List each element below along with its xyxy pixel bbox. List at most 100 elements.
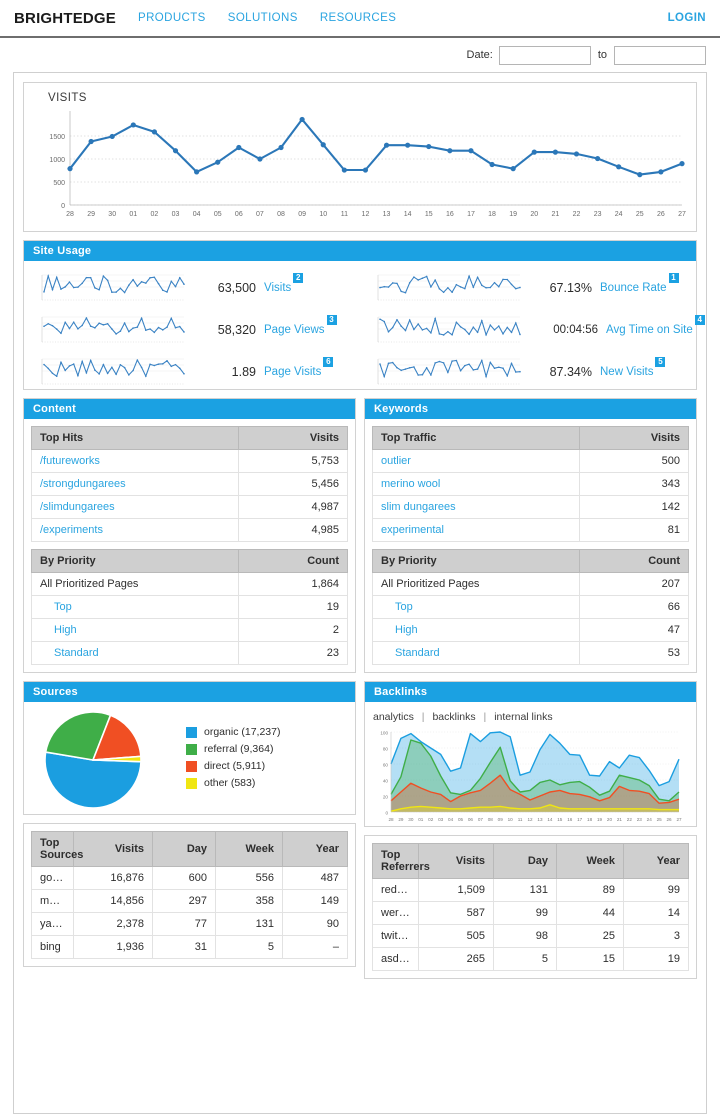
row-link[interactable]: Top xyxy=(54,601,72,613)
row-label-cell: /strongdungarees xyxy=(31,472,239,496)
row-label-cell: twitter.com xyxy=(372,924,419,948)
svg-text:19: 19 xyxy=(597,817,603,822)
row-value-cell: 53 xyxy=(579,641,689,665)
row-year-cell: 149 xyxy=(282,889,348,913)
svg-text:05: 05 xyxy=(458,817,464,822)
col-header-top-hits[interactable]: Top Hits xyxy=(31,426,239,450)
col-header-content-by-priority[interactable]: By Priority xyxy=(31,549,239,573)
row-link[interactable]: High xyxy=(395,624,418,636)
row-link[interactable]: experimental xyxy=(381,524,444,536)
top-sources-table: Top Sources Visits Day Week Year google 1… xyxy=(31,831,348,959)
usage-label-page-views[interactable]: Page Views 3 xyxy=(264,315,337,336)
backlinks-tab-internal-links[interactable]: internal links xyxy=(494,711,552,723)
col-header-sources-visits[interactable]: Visits xyxy=(73,831,153,867)
row-link[interactable]: /strongdungarees xyxy=(40,478,126,490)
svg-text:09: 09 xyxy=(498,817,504,822)
row-year-cell: 19 xyxy=(623,947,689,971)
row-link[interactable]: Standard xyxy=(54,647,99,659)
row-visits-cell: 16,876 xyxy=(73,866,153,890)
legend-swatch-organic xyxy=(186,726,197,738)
row-link[interactable]: merino wool xyxy=(381,478,440,490)
nav-link-products[interactable]: PRODUCTS xyxy=(138,12,206,24)
sources-column: Sources organic (17,237) referral (9,364)… xyxy=(23,681,356,979)
row-value-cell: 207 xyxy=(579,572,689,596)
usage-metric-new-visits[interactable]: 87.34% New Visits 5 xyxy=(360,351,696,393)
backlinks-tab-backlinks[interactable]: backlinks xyxy=(432,711,475,723)
content-by-priority-table: By Priority Count All Prioritized Pages 1… xyxy=(31,549,348,665)
col-header-top-sources[interactable]: Top Sources xyxy=(31,831,83,867)
svg-text:02: 02 xyxy=(428,817,434,822)
usage-label-visits[interactable]: Visits 2 xyxy=(264,273,304,294)
legend-item: organic (17,237) xyxy=(186,726,280,738)
svg-text:08: 08 xyxy=(488,817,494,822)
row-value-cell: 47 xyxy=(579,618,689,642)
backlinks-area-chart: 0 20 40 60 80 100 28 29 30 01 02 03 04 05 06 07 08 09 10 11… xyxy=(380,731,682,823)
svg-text:28: 28 xyxy=(66,211,74,218)
nav-link-resources[interactable]: RESOURCES xyxy=(320,12,396,24)
row-link[interactable]: /experiments xyxy=(40,524,103,536)
row-label-cell: mozilla xyxy=(31,889,74,913)
nav-link-solutions[interactable]: SOLUTIONS xyxy=(228,12,298,24)
svg-text:26: 26 xyxy=(667,817,673,822)
usage-label-avg-time-on-site[interactable]: Avg Time on Site 4 xyxy=(606,315,705,336)
svg-text:60: 60 xyxy=(383,763,389,768)
table-header-row: By Priority Count xyxy=(31,549,348,573)
usage-label-visits-text: Visits xyxy=(264,282,292,294)
col-header-keywords-by-priority[interactable]: By Priority xyxy=(372,549,580,573)
date-from-input[interactable] xyxy=(498,45,591,65)
usage-label-new-visits[interactable]: New Visits 5 xyxy=(600,357,666,378)
usage-value-avg-time-on-site: 00:04:56 xyxy=(553,324,598,336)
login-link[interactable]: LOGIN xyxy=(668,12,706,24)
col-header-content-count[interactable]: Count xyxy=(238,549,348,573)
usage-metric-page-views[interactable]: 58,320 Page Views 3 xyxy=(24,309,360,351)
svg-text:01: 01 xyxy=(129,211,137,218)
table-header-row: Top Referrers Visits Day Week Year xyxy=(372,843,689,879)
col-header-top-hits-visits[interactable]: Visits xyxy=(238,426,348,450)
row-week-cell: 15 xyxy=(556,947,624,971)
col-header-referrers-day[interactable]: Day xyxy=(493,843,557,879)
svg-text:04: 04 xyxy=(448,817,454,822)
col-header-sources-week[interactable]: Week xyxy=(215,831,283,867)
row-link[interactable]: Top xyxy=(395,601,413,613)
svg-text:29: 29 xyxy=(398,817,404,822)
col-header-top-referrers[interactable]: Top Referrers xyxy=(372,843,430,879)
col-header-referrers-year[interactable]: Year xyxy=(623,843,689,879)
table-row: /experiments 4,985 xyxy=(31,518,348,542)
col-header-sources-year[interactable]: Year xyxy=(282,831,348,867)
usage-badge-visits: 2 xyxy=(293,273,304,283)
row-link[interactable]: slim dungarees xyxy=(381,501,456,513)
row-label-cell: /experiments xyxy=(31,518,239,542)
backlinks-tab-analytics[interactable]: analytics xyxy=(373,711,414,723)
top-referrers-wrap: Top Referrers Visits Day Week Year reddi… xyxy=(365,836,696,978)
table-row: Top 19 xyxy=(31,595,348,619)
col-header-top-traffic-visits[interactable]: Visits xyxy=(579,426,689,450)
usage-label-page-visits[interactable]: Page Visits 6 xyxy=(264,357,334,378)
col-header-referrers-week[interactable]: Week xyxy=(556,843,624,879)
table-row: High 2 xyxy=(31,618,348,642)
keywords-top-traffic-body: outlier 500 merino wool 343 slim dungarees 14… xyxy=(372,449,689,542)
svg-text:18: 18 xyxy=(488,211,496,218)
row-link[interactable]: /slimdungarees xyxy=(40,501,115,513)
usage-metric-page-visits[interactable]: 1.89 Page Visits 6 xyxy=(24,351,360,393)
sources-pie-chart xyxy=(44,711,142,809)
row-link[interactable]: High xyxy=(54,624,77,636)
table-row: /slimdungarees 4,987 xyxy=(31,495,348,519)
row-link[interactable]: /futureworks xyxy=(40,455,100,467)
svg-text:30: 30 xyxy=(408,817,414,822)
brand-logo: BRIGHTEDGE xyxy=(14,9,117,27)
row-link[interactable]: Standard xyxy=(395,647,440,659)
usage-badge-avg-time-on-site: 4 xyxy=(694,315,705,325)
svg-text:11: 11 xyxy=(518,817,523,822)
usage-metric-visits[interactable]: 63,500 Visits 2 xyxy=(24,267,360,309)
col-header-keywords-count[interactable]: Count xyxy=(579,549,689,573)
date-label: Date: xyxy=(466,49,493,61)
row-link[interactable]: outlier xyxy=(381,455,411,467)
usage-label-bounce-rate[interactable]: Bounce Rate 1 xyxy=(600,273,679,294)
date-to-input[interactable] xyxy=(614,45,706,65)
col-header-top-traffic[interactable]: Top Traffic xyxy=(372,426,580,450)
usage-metric-avg-time-on-site[interactable]: 00:04:56 Avg Time on Site 4 xyxy=(360,309,705,351)
col-header-sources-day[interactable]: Day xyxy=(152,831,216,867)
row-value-cell: 23 xyxy=(238,641,348,665)
usage-metric-bounce-rate[interactable]: 67.13% Bounce Rate 1 xyxy=(360,267,696,309)
row-visits-cell: 505 xyxy=(418,924,494,948)
